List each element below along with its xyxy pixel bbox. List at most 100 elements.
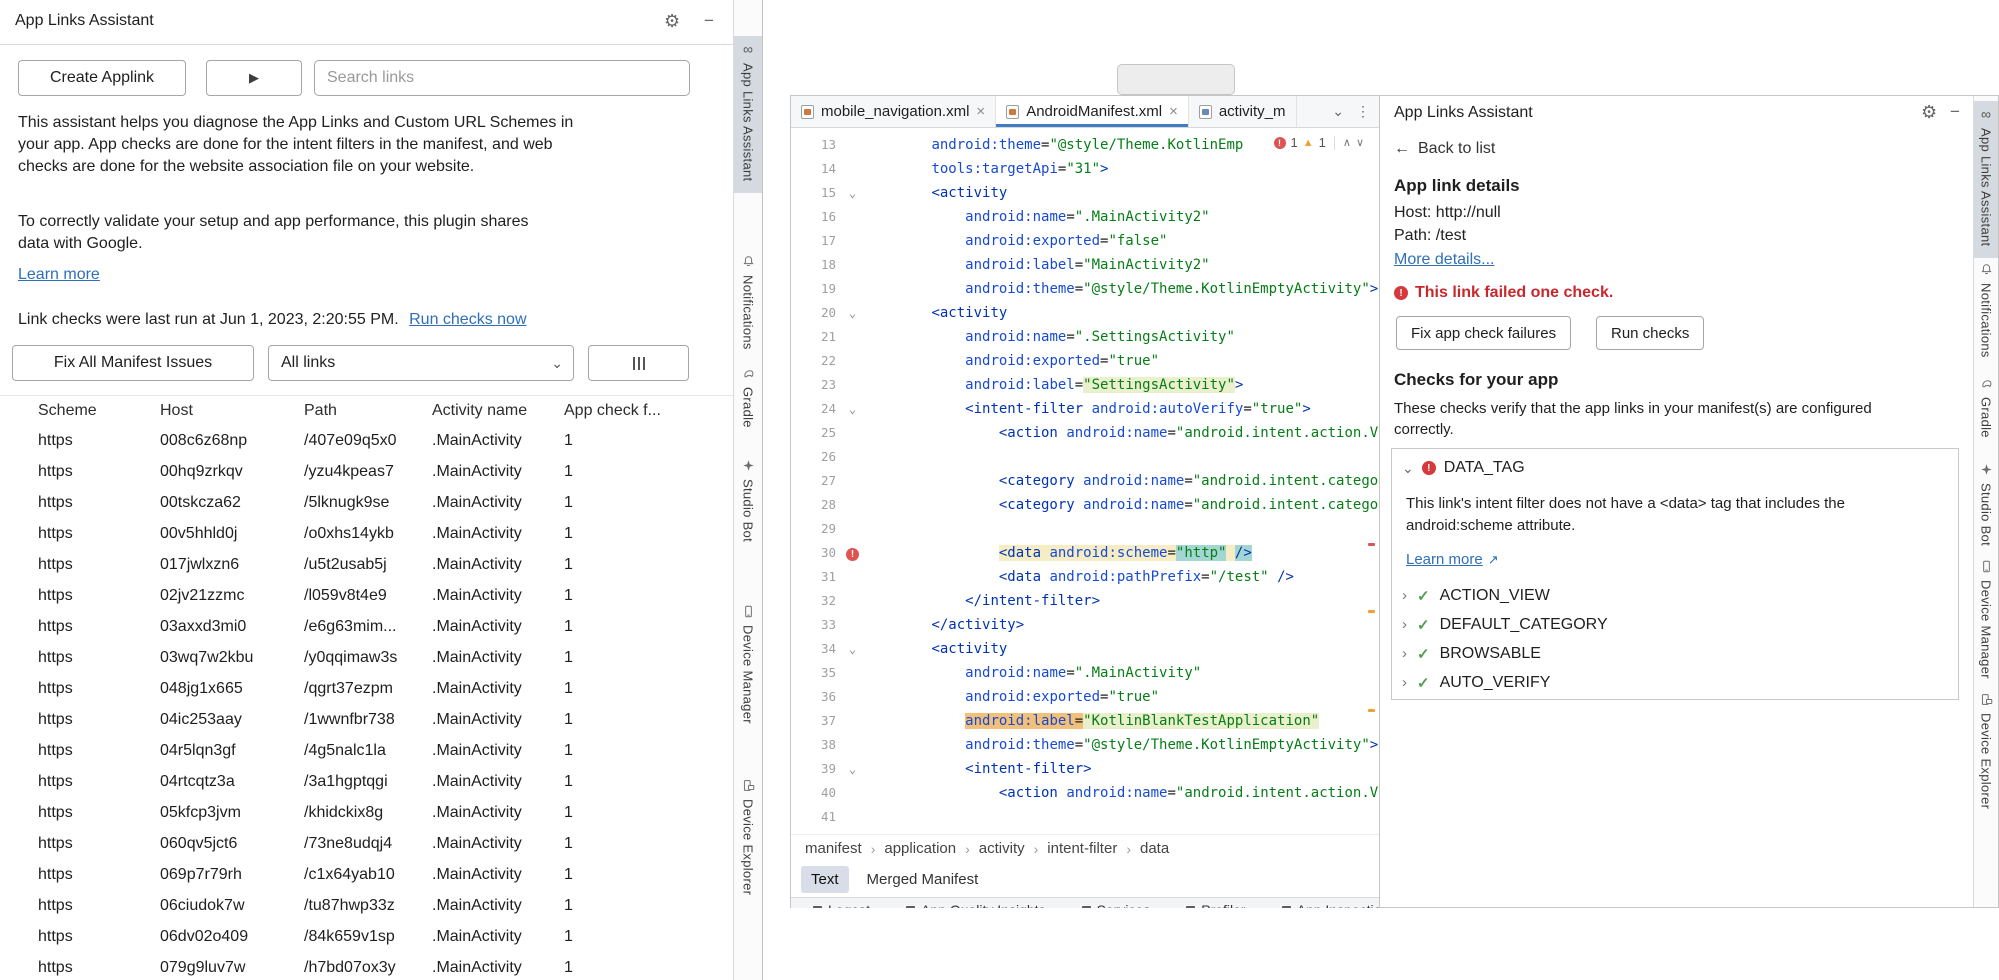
chevron-right-icon[interactable]: › xyxy=(1402,587,1407,604)
close-icon[interactable]: × xyxy=(1169,103,1178,120)
code-line[interactable]: 41 xyxy=(791,805,1379,829)
run-checks-now-link[interactable]: Run checks now xyxy=(409,311,526,328)
breadcrumb-item[interactable]: data xyxy=(1140,840,1169,857)
code-line[interactable]: 28 <category android:name="android.inten… xyxy=(791,493,1379,517)
strip-tab-gradle[interactable]: Gradle xyxy=(734,360,762,428)
gear-icon[interactable]: ⚙ xyxy=(1921,102,1937,123)
code-line[interactable]: 20⌄ <activity xyxy=(791,301,1379,325)
table-row[interactable]: https03wq7w2kbu/y0qqimaw3s.MainActivity1 xyxy=(0,642,734,673)
table-row[interactable]: https048jg1x665/qgrt37ezpm.MainActivity1 xyxy=(0,673,734,704)
check-row[interactable]: ›✓ACTION_VIEW xyxy=(1402,581,1948,610)
chevron-right-icon[interactable]: › xyxy=(1402,616,1407,633)
code-line[interactable]: 38 android:theme="@style/Theme.KotlinEmp… xyxy=(791,733,1379,757)
code-line[interactable]: 37 android:label="KotlinBlankTestApplica… xyxy=(791,709,1379,733)
table-row[interactable]: https079g9luv7w/h7bd07ox3y.MainActivity1 xyxy=(0,952,734,980)
tab-activity-main-xml[interactable]: activity_m xyxy=(1189,96,1297,127)
scrollbar-error-mark[interactable] xyxy=(1368,543,1375,546)
bottom-toolwindow-button[interactable]: Services xyxy=(1082,902,1151,908)
column-header-path[interactable]: Path xyxy=(304,402,432,420)
learn-more-link[interactable]: Learn more ↗ xyxy=(1406,551,1499,568)
table-row[interactable]: https04rtcqtz3a/3a1hgptqgi.MainActivity1 xyxy=(0,766,734,797)
more-details-link[interactable]: More details... xyxy=(1394,251,1494,269)
table-row[interactable]: https06dv02o409/84k659v1sp.MainActivity1 xyxy=(0,921,734,952)
strip-tab-device-manager[interactable]: Device Manager xyxy=(1974,553,1998,679)
table-row[interactable]: https060qv5jct6/73ne8udqj4.MainActivity1 xyxy=(0,828,734,859)
code-line[interactable]: 14 tools:targetApi="31"> xyxy=(791,157,1379,181)
code-line[interactable]: 34⌄ <activity xyxy=(791,637,1379,661)
table-row[interactable]: https017jwlxzn6/u5t2usab5j.MainActivity1 xyxy=(0,549,734,580)
tab-mobile-navigation-xml[interactable]: mobile_navigation.xml × xyxy=(791,96,996,127)
check-row[interactable]: ›✓BROWSABLE xyxy=(1402,639,1948,668)
close-icon[interactable]: × xyxy=(976,103,985,120)
table-row[interactable]: https00tskcza62/5lknugk9se.MainActivity1 xyxy=(0,487,734,518)
code-line[interactable]: 17 android:exported="false" xyxy=(791,229,1379,253)
strip-tab-notifications[interactable]: Notifications xyxy=(734,248,762,350)
code-line[interactable]: 35 android:name=".MainActivity" xyxy=(791,661,1379,685)
table-row[interactable]: https05kfcp3jvm/khidckix8g.MainActivity1 xyxy=(0,797,734,828)
code-line[interactable]: 32 </intent-filter> xyxy=(791,589,1379,613)
strip-tab-device-explorer[interactable]: Device Explorer xyxy=(734,772,762,895)
code-line[interactable]: 19 android:theme="@style/Theme.KotlinEmp… xyxy=(791,277,1379,301)
code-line[interactable]: 18 android:label="MainActivity2" xyxy=(791,253,1379,277)
bottom-toolwindow-button[interactable]: App Inspection xyxy=(1282,902,1379,908)
strip-tab-gradle[interactable]: Gradle xyxy=(1974,370,1998,438)
gear-icon[interactable]: ⚙ xyxy=(664,10,680,32)
code-line[interactable]: 29 xyxy=(791,517,1379,541)
fix-app-check-failures-button[interactable]: Fix app check failures xyxy=(1396,316,1571,350)
strip-tab-app-links-assistant[interactable]: ∞ App Links Assistant xyxy=(734,36,762,193)
chevron-right-icon[interactable]: › xyxy=(1402,674,1407,691)
search-input[interactable] xyxy=(314,60,690,96)
column-header-scheme[interactable]: Scheme xyxy=(0,402,160,420)
bottom-toolwindow-button[interactable]: Logcat xyxy=(813,902,870,908)
tab-text[interactable]: Text xyxy=(801,866,849,893)
table-row[interactable]: https069p7r79rh/c1x64yab10.MainActivity1 xyxy=(0,859,734,890)
scrollbar-warning-mark[interactable] xyxy=(1368,610,1375,613)
code-line[interactable]: 26 xyxy=(791,445,1379,469)
strip-tab-device-explorer[interactable]: Device Explorer xyxy=(1974,686,1998,809)
scrollbar-warning-mark[interactable] xyxy=(1368,709,1375,712)
code-line[interactable]: 27 <category android:name="android.inten… xyxy=(791,469,1379,493)
learn-more-link[interactable]: Learn more xyxy=(18,266,100,284)
code-line[interactable]: 40 <action android:name="android.intent.… xyxy=(791,781,1379,805)
code-line[interactable]: 21 android:name=".SettingsActivity" xyxy=(791,325,1379,349)
run-applink-button[interactable]: ▶ xyxy=(206,60,302,96)
strip-tab-notifications[interactable]: Notifications xyxy=(1974,256,1998,358)
breadcrumb-item[interactable]: application xyxy=(884,840,956,857)
table-row[interactable]: https008c6z68np/407e09q5x0.MainActivity1 xyxy=(0,425,734,456)
back-to-list-link[interactable]: ← Back to list xyxy=(1394,140,1495,158)
fix-all-manifest-issues-button[interactable]: Fix All Manifest Issues xyxy=(12,345,254,381)
code-line[interactable]: 16 android:name=".MainActivity2" xyxy=(791,205,1379,229)
column-header-activity[interactable]: Activity name xyxy=(432,402,564,420)
minimize-icon[interactable]: − xyxy=(1950,102,1960,122)
bottom-toolwindow-button[interactable]: Profiler xyxy=(1186,902,1245,908)
table-row[interactable]: https06ciudok7w/tu87hwp33z.MainActivity1 xyxy=(0,890,734,921)
table-row[interactable]: https03axxd3mi0/e6g63mim....MainActivity… xyxy=(0,611,734,642)
create-applink-button[interactable]: Create Applink xyxy=(18,60,186,96)
tab-merged-manifest[interactable]: Merged Manifest xyxy=(857,866,989,893)
inspections-widget[interactable]: ! 1 ▲ 1 ∧ ∨ xyxy=(1269,133,1369,152)
chevron-right-icon[interactable]: › xyxy=(1402,645,1407,662)
column-header-app-check[interactable]: App check f... xyxy=(564,402,734,420)
check-row[interactable]: ›✓AUTO_VERIFY xyxy=(1402,668,1948,697)
data-tag-row[interactable]: ⌄ ! DATA_TAG xyxy=(1402,459,1525,477)
table-row[interactable]: https02jv21zzmc/l059v8t4e9.MainActivity1 xyxy=(0,580,734,611)
hidden-tabs-icon[interactable]: ⌄ xyxy=(1332,103,1344,120)
column-header-host[interactable]: Host xyxy=(160,402,304,420)
table-row[interactable]: https04ic253aay/1wwnfbr738.MainActivity1 xyxy=(0,704,734,735)
strip-tab-studio-bot[interactable]: Studio Bot xyxy=(1974,456,1998,546)
code-line[interactable]: 24⌄ <intent-filter android:autoVerify="t… xyxy=(791,397,1379,421)
code-line[interactable]: 36 android:exported="true" xyxy=(791,685,1379,709)
strip-tab-studio-bot[interactable]: Studio Bot xyxy=(734,452,762,542)
breadcrumb-item[interactable]: activity xyxy=(979,840,1025,857)
code-editor[interactable]: 13 android:theme="@style/Theme.KotlinEmp… xyxy=(791,128,1379,834)
next-issue-icon[interactable]: ∨ xyxy=(1356,136,1364,149)
prev-issue-icon[interactable]: ∧ xyxy=(1343,136,1351,149)
more-options-icon[interactable]: ⋮ xyxy=(1356,103,1370,120)
check-row[interactable]: ›✓DEFAULT_CATEGORY xyxy=(1402,610,1948,639)
code-line[interactable]: 33 </activity> xyxy=(791,613,1379,637)
breadcrumb-item[interactable]: intent-filter xyxy=(1047,840,1117,857)
chevron-down-icon[interactable]: ⌄ xyxy=(1402,460,1414,477)
links-filter-dropdown[interactable]: All links ⌄ xyxy=(268,345,574,381)
run-checks-button[interactable]: Run checks xyxy=(1596,316,1704,350)
table-row[interactable]: https04r5lqn3gf/4g5nalc1la.MainActivity1 xyxy=(0,735,734,766)
